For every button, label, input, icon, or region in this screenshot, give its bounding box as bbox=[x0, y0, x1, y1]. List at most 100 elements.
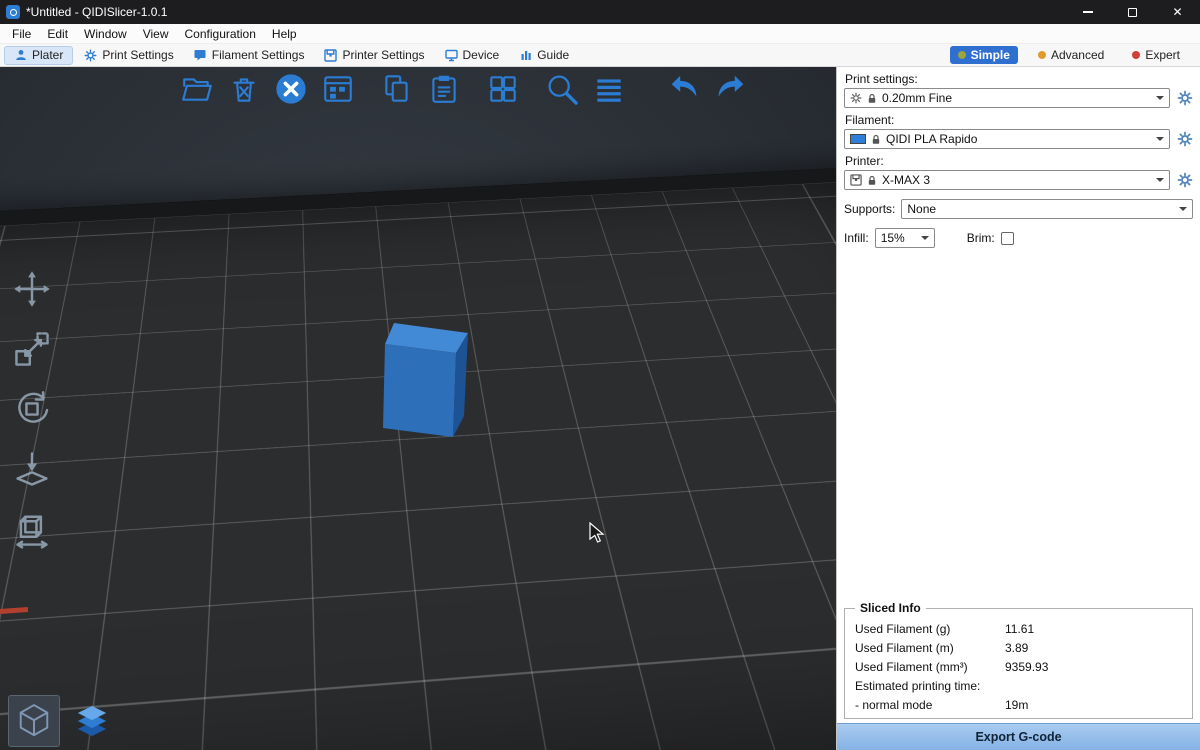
main-content: Print settings: 0.20mm Fine Filament: QI… bbox=[0, 67, 1200, 750]
print-settings-dropdown[interactable]: 0.20mm Fine bbox=[844, 88, 1170, 108]
used-filament-mm3-value: 9359.93 bbox=[1005, 660, 1182, 674]
printer-row: X-MAX 3 bbox=[844, 170, 1193, 190]
redo-button[interactable] bbox=[712, 70, 750, 108]
delete-button[interactable] bbox=[225, 70, 263, 108]
search-button[interactable] bbox=[543, 70, 581, 108]
bed-grid bbox=[0, 181, 836, 750]
menu-edit[interactable]: Edit bbox=[39, 24, 76, 43]
window-controls: ✕ bbox=[1065, 0, 1200, 24]
chevron-down-icon bbox=[1156, 178, 1164, 182]
3d-viewport[interactable] bbox=[0, 67, 836, 750]
arrange-button[interactable] bbox=[319, 70, 357, 108]
export-gcode-button[interactable]: Export G-code bbox=[837, 723, 1200, 750]
delete-all-button[interactable] bbox=[272, 70, 310, 108]
chevron-down-icon bbox=[921, 236, 929, 240]
print-settings-label: Print settings: bbox=[845, 72, 1192, 86]
brim-checkbox[interactable] bbox=[1001, 232, 1014, 245]
plater-icon bbox=[14, 49, 27, 62]
sliced-info-row: Used Filament (mm³) 9359.93 bbox=[845, 657, 1192, 676]
sidebar: Print settings: 0.20mm Fine Filament: QI… bbox=[836, 67, 1200, 750]
close-button[interactable]: ✕ bbox=[1155, 0, 1200, 24]
gear-icon bbox=[84, 49, 97, 62]
used-filament-g-label: Used Filament (g) bbox=[855, 622, 1005, 636]
move-gizmo-button[interactable] bbox=[10, 267, 54, 311]
tab-guide[interactable]: Guide bbox=[510, 46, 578, 65]
undo-button[interactable] bbox=[665, 70, 703, 108]
menu-view[interactable]: View bbox=[135, 24, 177, 43]
maximize-button[interactable] bbox=[1110, 0, 1155, 24]
lock-icon bbox=[871, 134, 881, 145]
scale-gizmo-button[interactable] bbox=[10, 327, 54, 371]
measure-gizmo-button[interactable] bbox=[10, 507, 54, 551]
printer-icon bbox=[850, 174, 862, 186]
supports-dropdown[interactable]: None bbox=[901, 199, 1193, 219]
filament-value: QIDI PLA Rapido bbox=[886, 132, 977, 146]
used-filament-m-label: Used Filament (m) bbox=[855, 641, 1005, 655]
tabbar: Plater Print Settings Filament Settings … bbox=[0, 44, 1200, 67]
sliced-info-row: Used Filament (m) 3.89 bbox=[845, 638, 1192, 657]
chevron-down-icon bbox=[1156, 137, 1164, 141]
advanced-dot-icon bbox=[1038, 51, 1046, 59]
used-filament-g-value: 11.61 bbox=[1005, 622, 1182, 636]
infill-value: 15% bbox=[881, 231, 905, 245]
sidebar-spacer bbox=[837, 248, 1200, 608]
lock-icon bbox=[867, 175, 877, 186]
editor-view-button[interactable] bbox=[8, 695, 60, 747]
sliced-info-title: Sliced Info bbox=[855, 601, 926, 615]
normal-mode-label: - normal mode bbox=[855, 698, 1005, 712]
sliced-info-panel: Sliced Info Used Filament (g) 11.61 Used… bbox=[844, 608, 1193, 719]
tab-print-settings[interactable]: Print Settings bbox=[75, 46, 182, 65]
menu-help[interactable]: Help bbox=[264, 24, 305, 43]
printer-value: X-MAX 3 bbox=[882, 173, 930, 187]
layers-button[interactable] bbox=[590, 70, 628, 108]
print-bed bbox=[0, 166, 836, 750]
infill-label: Infill: bbox=[844, 231, 869, 245]
minimize-button[interactable] bbox=[1065, 0, 1110, 24]
filament-dropdown[interactable]: QIDI PLA Rapido bbox=[844, 129, 1170, 149]
chevron-down-icon bbox=[1179, 207, 1187, 211]
tab-device[interactable]: Device bbox=[436, 46, 509, 65]
printer-dropdown[interactable]: X-MAX 3 bbox=[844, 170, 1170, 190]
tab-printer-settings[interactable]: Printer Settings bbox=[315, 46, 433, 65]
preview-view-button[interactable] bbox=[66, 695, 118, 747]
copy-button[interactable] bbox=[378, 70, 416, 108]
tab-filament-settings-label: Filament Settings bbox=[212, 48, 305, 62]
gizmo-toolbar bbox=[10, 267, 54, 551]
menu-configuration[interactable]: Configuration bbox=[177, 24, 264, 43]
guide-icon bbox=[519, 49, 532, 62]
place-on-face-gizmo-button[interactable] bbox=[10, 447, 54, 491]
print-settings-gear-button[interactable] bbox=[1176, 90, 1193, 107]
tab-plater[interactable]: Plater bbox=[4, 46, 73, 65]
tab-print-settings-label: Print Settings bbox=[102, 48, 173, 62]
tab-device-label: Device bbox=[463, 48, 500, 62]
supports-value: None bbox=[907, 202, 936, 216]
supports-row: Supports: None bbox=[844, 199, 1193, 219]
mode-expert[interactable]: Expert bbox=[1124, 46, 1188, 64]
menu-window[interactable]: Window bbox=[76, 24, 135, 43]
tab-filament-settings[interactable]: Filament Settings bbox=[185, 46, 314, 65]
monitor-icon bbox=[445, 49, 458, 62]
supports-label: Supports: bbox=[844, 202, 895, 216]
paste-button[interactable] bbox=[425, 70, 463, 108]
filament-icon bbox=[194, 49, 207, 62]
scene bbox=[0, 67, 836, 750]
split-button[interactable] bbox=[484, 70, 522, 108]
brim-label: Brim: bbox=[967, 231, 995, 245]
view-toggles bbox=[8, 695, 118, 747]
app-logo-icon bbox=[6, 5, 20, 19]
menu-file[interactable]: File bbox=[4, 24, 39, 43]
mode-advanced[interactable]: Advanced bbox=[1030, 46, 1112, 64]
printer-label: Printer: bbox=[845, 154, 1192, 168]
filament-gear-button[interactable] bbox=[1176, 131, 1193, 148]
chevron-down-icon bbox=[1156, 96, 1164, 100]
open-folder-button[interactable] bbox=[178, 70, 216, 108]
simple-dot-icon bbox=[958, 51, 966, 59]
printer-icon bbox=[324, 49, 337, 62]
filament-color-swatch bbox=[850, 134, 866, 144]
qidislicer-window: *Untitled - QIDISlicer-1.0.1 ✕ File Edit… bbox=[0, 0, 1200, 750]
infill-dropdown[interactable]: 15% bbox=[875, 228, 935, 248]
rotate-gizmo-button[interactable] bbox=[10, 387, 54, 431]
mode-simple[interactable]: Simple bbox=[950, 46, 1018, 64]
printer-gear-button[interactable] bbox=[1176, 172, 1193, 189]
lock-icon bbox=[867, 93, 877, 104]
